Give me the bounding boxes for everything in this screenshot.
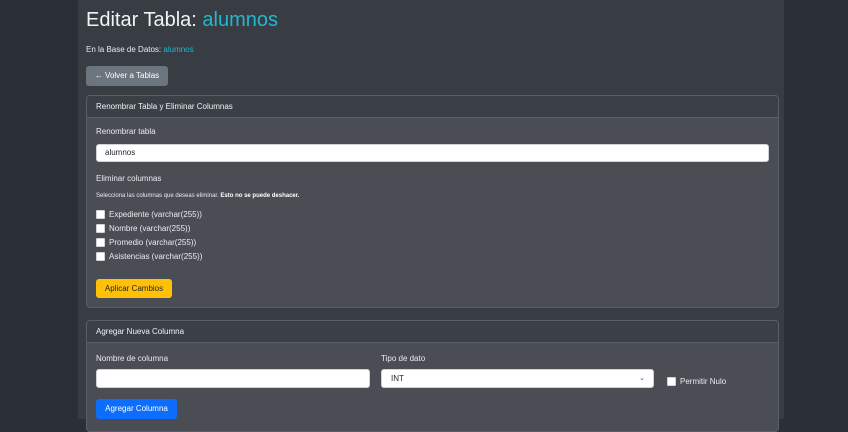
page-container: Editar Tabla: alumnos En la Base de Dato… [78, 0, 784, 432]
column-checkbox-row[interactable]: Asistencias (varchar(255)) [96, 250, 202, 262]
delete-hint: Selecciona las columnas que deseas elimi… [96, 193, 299, 199]
db-label: En la Base de Datos: [86, 45, 164, 54]
data-type-value: INT [391, 374, 404, 383]
hint-text: Selecciona las columnas que deseas elimi… [96, 193, 221, 199]
page-title: Editar Tabla: alumnos [86, 8, 278, 32]
checkbox[interactable] [96, 251, 105, 261]
column-name-input[interactable] [96, 369, 370, 388]
checkbox[interactable] [96, 223, 105, 233]
title-prefix: Editar Tabla: [86, 9, 203, 31]
rename-label: Renombrar tabla [96, 127, 156, 136]
column-label: Asistencias (varchar(255)) [109, 251, 203, 261]
add-column-button[interactable]: Agregar Columna [96, 399, 177, 419]
rename-delete-card: Renombrar Tabla y Eliminar Columnas Reno… [86, 95, 779, 308]
data-type-select[interactable]: INT ⌄ [381, 369, 654, 388]
allow-null-label: Permitir Nulo [680, 376, 727, 386]
column-checkbox-row[interactable]: Nombre (varchar(255)) [96, 222, 190, 234]
checkbox[interactable] [96, 237, 105, 247]
data-type-label: Tipo de dato [381, 354, 426, 363]
card-header-add: Agregar Nueva Columna [87, 321, 778, 343]
hint-warning: Esto no se puede deshacer. [220, 193, 300, 199]
table-name: alumnos [202, 9, 278, 31]
card-header-rename: Renombrar Tabla y Eliminar Columnas [87, 96, 778, 118]
delete-columns-label: Eliminar columnas [96, 174, 162, 183]
column-name-label: Nombre de columna [96, 354, 169, 363]
add-column-card: Agregar Nueva Columna Nombre de columna … [86, 320, 779, 432]
checkbox[interactable] [96, 209, 105, 219]
column-label: Nombre (varchar(255)) [109, 223, 191, 233]
apply-changes-button[interactable]: Aplicar Cambios [96, 279, 172, 298]
column-checkbox-row[interactable]: Promedio (varchar(255)) [96, 236, 196, 248]
database-info: En la Base de Datos: alumnos [86, 45, 194, 54]
back-to-tables-button[interactable]: ← Volver a Tablas [86, 66, 168, 86]
allow-null-row[interactable]: Permitir Nulo [667, 375, 726, 387]
db-name: alumnos [163, 45, 194, 54]
column-label: Expediente (varchar(255)) [109, 209, 202, 219]
rename-table-input[interactable]: alumnos [96, 144, 769, 162]
chevron-down-icon: ⌄ [639, 375, 645, 382]
allow-null-checkbox[interactable] [667, 376, 676, 386]
column-checkbox-row[interactable]: Expediente (varchar(255)) [96, 208, 202, 220]
column-label: Promedio (varchar(255)) [109, 237, 197, 247]
